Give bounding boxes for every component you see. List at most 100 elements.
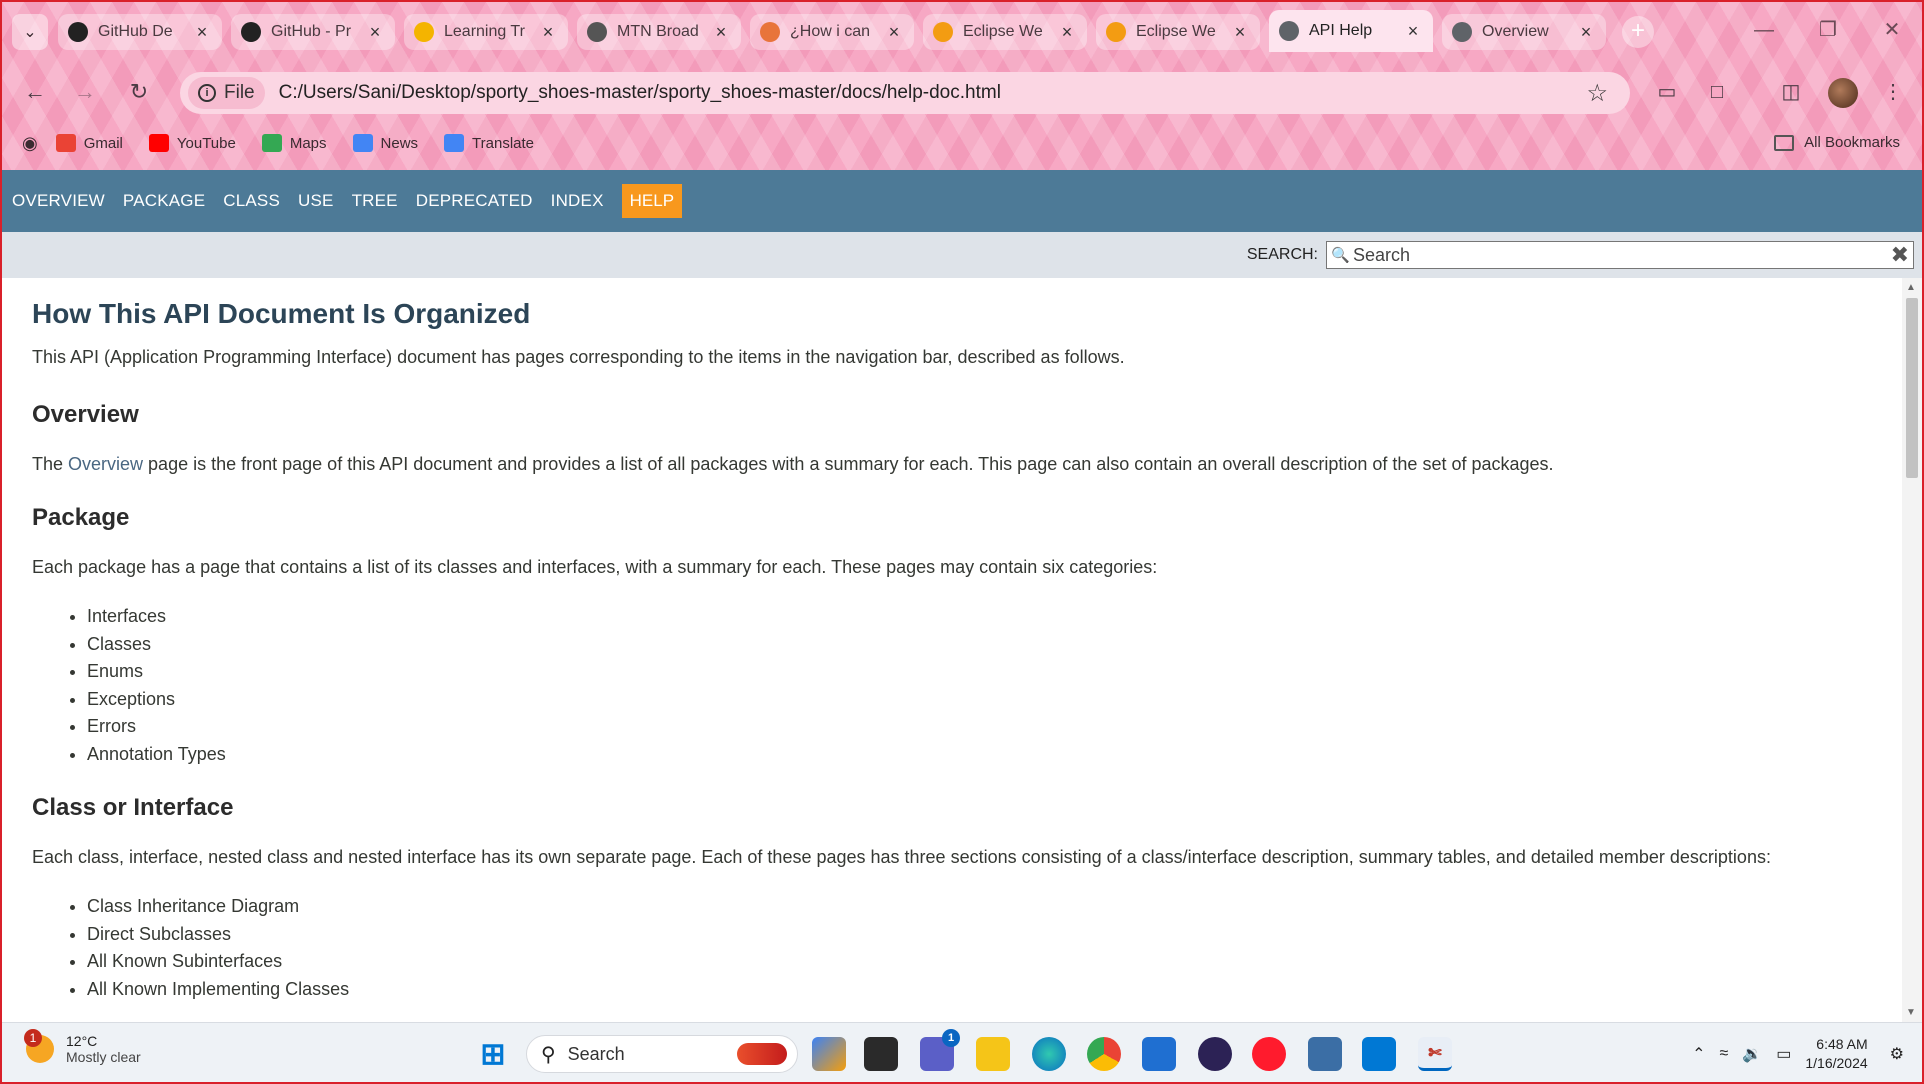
site-info-chip[interactable]: i File <box>188 77 265 109</box>
bookmark-item[interactable]: News <box>352 134 418 152</box>
bookmark-icon <box>444 134 465 152</box>
address-bar[interactable]: i File C:/Users/Sani/Desktop/sporty_shoe… <box>180 72 1630 114</box>
cast-icon[interactable]: ▭ <box>1652 78 1682 108</box>
tab-title: Eclipse We <box>963 23 1043 40</box>
browser-tab[interactable]: Eclipse We × <box>923 14 1087 50</box>
bookmark-item[interactable]: Gmail <box>55 134 123 152</box>
info-icon: i <box>198 84 216 102</box>
bookmark-label: Gmail <box>83 134 123 152</box>
package-category-list: InterfacesClassesEnumsExceptionsErrorsAn… <box>87 603 1902 768</box>
page-scrollbar[interactable]: ▲ ▼ <box>1902 278 1922 1022</box>
browser-tab[interactable]: Eclipse We × <box>1096 14 1260 50</box>
volume-icon[interactable]: 🔉 <box>1742 1044 1762 1064</box>
browser-tab[interactable]: GitHub - Pr × <box>231 14 395 50</box>
windows-taskbar: 1 12°C Mostly clear ⊞ ⚲ Search 1 ✄ ⌃ ≈ 🔉… <box>2 1022 1922 1082</box>
menu-icon[interactable]: ⋮ <box>1878 78 1908 108</box>
bookmark-star-icon[interactable]: ☆ <box>1586 79 1608 108</box>
teams-icon[interactable]: 1 <box>920 1029 960 1071</box>
vscode-icon[interactable] <box>1362 1037 1396 1071</box>
weather-temp: 12°C <box>66 1033 98 1049</box>
taskbar-search[interactable]: ⚲ Search <box>526 1035 798 1073</box>
bookmark-item[interactable]: YouTube <box>148 134 236 152</box>
close-tab-icon[interactable]: × <box>538 22 558 43</box>
tab-title: GitHub De <box>98 23 173 40</box>
tab-search-button[interactable]: ⌄ <box>12 14 48 50</box>
overview-link[interactable]: Overview <box>68 454 143 474</box>
scroll-down-icon[interactable]: ▼ <box>1906 1007 1916 1018</box>
browser-tab[interactable]: Overview × <box>1442 14 1606 50</box>
close-window-button[interactable]: ✕ <box>1872 16 1912 46</box>
mysql-workbench-icon[interactable] <box>1308 1037 1342 1071</box>
nav-link-index[interactable]: INDEX <box>551 191 604 211</box>
close-tab-icon[interactable]: × <box>1230 22 1250 43</box>
doc-search-input[interactable] <box>1353 244 1873 266</box>
close-tab-icon[interactable]: × <box>1403 21 1423 42</box>
nav-link-deprecated[interactable]: DEPRECATED <box>416 191 533 211</box>
new-tab-button[interactable]: + <box>1622 16 1654 48</box>
back-button[interactable]: ← <box>18 76 52 110</box>
close-tab-icon[interactable]: × <box>884 22 904 43</box>
clock-date: 1/16/2024 <box>1805 1055 1868 1071</box>
side-panel-icon[interactable]: ◫ <box>1776 78 1806 108</box>
close-tab-icon[interactable]: × <box>711 22 731 43</box>
nav-link-overview[interactable]: OVERVIEW <box>12 191 105 211</box>
forward-button[interactable]: → <box>68 76 102 110</box>
nav-link-tree[interactable]: TREE <box>352 191 398 211</box>
close-tab-icon[interactable]: × <box>365 22 385 43</box>
task-view-icon[interactable] <box>864 1037 898 1071</box>
wifi-icon[interactable]: ≈ <box>1720 1045 1729 1063</box>
class-section-list: Class Inheritance DiagramDirect Subclass… <box>87 893 1902 1003</box>
browser-tab[interactable]: GitHub De × <box>58 14 222 50</box>
battery-icon[interactable]: ▭ <box>1776 1044 1791 1064</box>
tab-title: ¿How i can <box>790 23 871 40</box>
scroll-up-icon[interactable]: ▲ <box>1906 282 1916 293</box>
snipping-tool-icon[interactable]: ✄ <box>1418 1037 1452 1071</box>
profile-avatar[interactable] <box>1828 78 1858 108</box>
overview-paragraph: The Overview page is the front page of t… <box>32 451 1902 478</box>
analytics-icon <box>414 22 434 42</box>
clock[interactable]: 6:48 AM 1/16/2024 <box>1805 1035 1867 1073</box>
notification-icon[interactable]: ⚙ <box>1890 1044 1904 1064</box>
list-item: Interfaces <box>87 603 1902 631</box>
nav-link-class[interactable]: CLASS <box>223 191 280 211</box>
nav-link-use[interactable]: USE <box>298 191 334 211</box>
eclipse-icon[interactable] <box>1198 1037 1232 1071</box>
globe-icon <box>1452 22 1472 42</box>
url-text[interactable]: C:/Users/Sani/Desktop/sporty_shoes-maste… <box>279 82 1001 104</box>
all-bookmarks-label: All Bookmarks <box>1804 134 1900 151</box>
copilot-icon[interactable] <box>812 1037 846 1071</box>
reload-button[interactable]: ↻ <box>122 76 156 110</box>
edge-icon[interactable] <box>1032 1037 1066 1071</box>
nav-link-package[interactable]: PACKAGE <box>123 191 205 211</box>
maximize-button[interactable]: ❐ <box>1808 16 1848 46</box>
bookmark-item[interactable]: Maps <box>261 134 327 152</box>
chrome-icon[interactable] <box>1087 1037 1121 1071</box>
browser-tab[interactable]: MTN Broad × <box>577 14 741 50</box>
file-explorer-icon[interactable] <box>976 1037 1010 1071</box>
start-button[interactable]: ⊞ <box>476 1037 510 1071</box>
scroll-thumb[interactable] <box>1906 298 1918 478</box>
browser-tab[interactable]: ¿How i can × <box>750 14 914 50</box>
bookmark-label: Translate <box>472 134 535 152</box>
store-icon[interactable] <box>1142 1037 1176 1071</box>
close-tab-icon[interactable]: × <box>192 22 212 43</box>
list-item: Annotation Types <box>87 741 1902 769</box>
close-tab-icon[interactable]: × <box>1576 22 1596 43</box>
opera-icon[interactable] <box>1252 1037 1286 1071</box>
minimize-button[interactable]: — <box>1744 16 1784 46</box>
browser-tab[interactable]: API Help × <box>1269 10 1433 52</box>
extensions-icon[interactable]: □ <box>1702 78 1732 108</box>
tab-title: Learning Tr <box>444 23 525 40</box>
apps-globe-icon[interactable]: ◉ <box>22 133 38 154</box>
all-bookmarks-button[interactable]: All Bookmarks <box>1774 134 1900 151</box>
tray-overflow-icon[interactable]: ⌃ <box>1692 1044 1705 1064</box>
tab-strip: ⌄ GitHub De × GitHub - Pr × Learning Tr × MTN … <box>2 10 1922 52</box>
close-tab-icon[interactable]: × <box>1057 22 1077 43</box>
bookmark-item[interactable]: Translate <box>444 134 534 152</box>
list-item: All Known Subinterfaces <box>87 948 1902 976</box>
browser-toolbar: ← → ↻ i File C:/Users/Sani/Desktop/sport… <box>2 66 1922 118</box>
weather-widget[interactable]: 1 12°C Mostly clear <box>24 1029 141 1065</box>
clear-search-icon[interactable]: ✖ <box>1891 243 1909 267</box>
browser-tab[interactable]: Learning Tr × <box>404 14 568 50</box>
bookmark-label: YouTube <box>176 134 236 152</box>
